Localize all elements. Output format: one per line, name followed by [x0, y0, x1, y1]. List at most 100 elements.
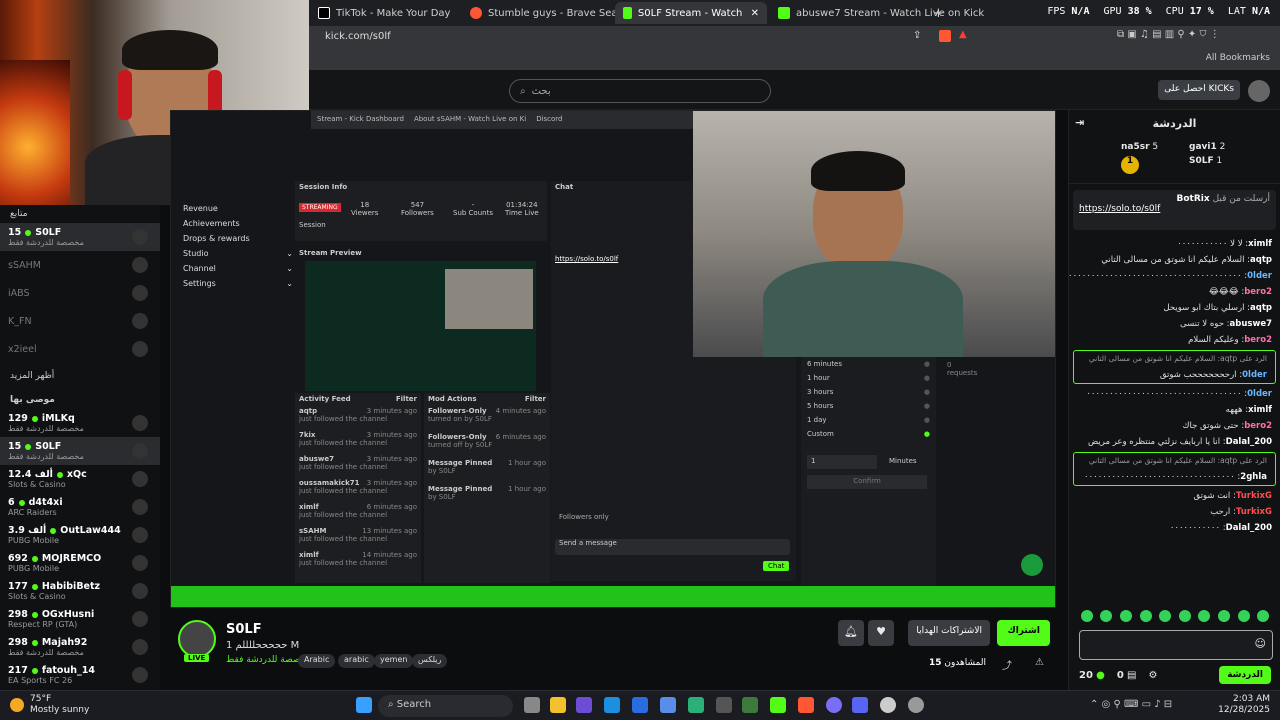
app-icon[interactable] — [688, 697, 704, 713]
video-player[interactable]: Stream - Kick Dashboard About sSAHM - Wa… — [170, 110, 1056, 608]
reply-message[interactable]: الرد على aqtp: السلام عليكم انا شوتق من … — [1073, 452, 1276, 486]
emote-icon[interactable] — [1237, 610, 1250, 622]
extensions-icon[interactable]: ⧉ ▣ ♫ ▤ ▥ ⚲ ✦ ⛉ ⋮ — [1117, 29, 1220, 40]
sidebar-item-iabs[interactable]: iABS — [0, 279, 160, 307]
kick-icon[interactable] — [770, 697, 786, 713]
clock[interactable]: 2:03 AM 12/28/2025 — [1218, 694, 1270, 716]
chat-message[interactable]: TurkixG: انت شوتق — [1069, 488, 1280, 504]
search-input[interactable]: ⌕ بحث — [509, 79, 771, 103]
gift-subs-button[interactable]: الاشتراكات الهدايا — [908, 620, 990, 646]
chat-message[interactable]: bero2: حتى شوتق جاك — [1069, 418, 1280, 434]
chat-username[interactable]: 0lder — [1242, 370, 1267, 380]
chat-message[interactable]: ximlf: هههه — [1069, 402, 1280, 418]
chat-send-button[interactable]: الدردشة — [1219, 666, 1271, 684]
chat-message[interactable]: ximlf: لا لا ٠٠٠٠٠٠٠٠٠٠٠ — [1069, 236, 1280, 252]
tag[interactable]: ريلكس — [412, 654, 448, 668]
emote-icon[interactable] — [1100, 610, 1113, 622]
brave-shield-icon[interactable] — [939, 30, 951, 42]
brave-rewards-icon[interactable]: ▲ — [959, 29, 967, 40]
sidebar-item-fatouh_14[interactable]: 217 fatouh_14 EA Sports FC 26 — [0, 661, 160, 689]
new-tab-button[interactable]: + — [925, 2, 952, 24]
collapse-chat-icon[interactable]: ⇥ — [1075, 116, 1084, 129]
chat-message[interactable]: 0lder: ٠٠٠٠٠٠٠٠٠٠٠٠٠٠٠٠٠٠٠٠٠٠٠٠٠٠٠٠٠٠٠٠٠… — [1069, 268, 1280, 284]
chat-username[interactable]: bero2 — [1244, 287, 1272, 297]
emote-icon[interactable] — [1119, 610, 1132, 622]
points-balance[interactable]: 0 ▤ — [1117, 670, 1137, 681]
windows-start-icon[interactable] — [356, 697, 372, 713]
chat-message[interactable]: bero2: وعليكم السلام — [1069, 332, 1280, 348]
all-bookmarks[interactable]: All Bookmarks — [1206, 53, 1270, 63]
sidebar-item-mojremco[interactable]: 692 MOJREMCO PUBG Mobile — [0, 549, 160, 577]
streamer-avatar[interactable] — [178, 620, 216, 658]
chat-username[interactable]: Dalal_200 — [1226, 523, 1272, 533]
tag[interactable]: arabic — [338, 654, 375, 668]
chat-username[interactable]: 0lder — [1247, 389, 1272, 399]
edge-icon[interactable] — [604, 697, 620, 713]
notifications-bell-icon[interactable]: 🔔︎ — [838, 620, 864, 646]
report-icon[interactable]: ⚠ — [1035, 657, 1044, 668]
chat-username[interactable]: bero2 — [1244, 335, 1272, 345]
emote-icon[interactable] — [1080, 610, 1093, 622]
mail-icon[interactable] — [660, 697, 676, 713]
chat-message[interactable]: aqtp: السلام عليكم انا شوتق من مسالى الت… — [1069, 252, 1280, 268]
emote-icon[interactable] — [1198, 610, 1211, 622]
pinned-link[interactable]: https://solo.to/s0lf — [1079, 204, 1270, 214]
reply-message[interactable]: الرد على aqtp: السلام عليكم انا شوتق من … — [1073, 350, 1276, 384]
chat-username[interactable]: ximlf — [1248, 405, 1272, 415]
chat-username[interactable]: bero2 — [1244, 421, 1272, 431]
sidebar-item-outlaw444[interactable]: 3.9 ألف OutLaw444 PUBG Mobile — [0, 521, 160, 549]
store-icon[interactable] — [632, 697, 648, 713]
sidebar-item-ssahm[interactable]: sSAHM — [0, 251, 160, 279]
emote-icon[interactable] — [1217, 610, 1230, 622]
chat-input[interactable]: ☺ — [1079, 630, 1273, 660]
chat-username[interactable]: ximlf — [1248, 239, 1272, 249]
chat-message[interactable]: abuswe7: حوه لا تنسى — [1069, 316, 1280, 332]
show-more-link[interactable]: أظهر المزيد — [0, 363, 160, 385]
tab-abuswe7-stream[interactable]: abuswe7 Stream - Watch Live on Kick — [770, 2, 992, 24]
tab-s0lf-stream[interactable]: S0LF Stream - Watch Live on ✕ — [615, 2, 767, 24]
sidebar-item-habibibetz[interactable]: 177 HabibiBetz Slots & Casino — [0, 577, 160, 605]
obs-icon[interactable] — [826, 697, 842, 713]
minecraft-icon[interactable] — [742, 697, 758, 713]
emote-icon[interactable] — [1178, 610, 1191, 622]
file-explorer-icon[interactable] — [550, 697, 566, 713]
system-tray-icons[interactable]: ⌃ ◎ ⚲ ⌨ ▭ ♪ ⊟ — [1090, 699, 1172, 710]
get-kicks-button[interactable]: احصل على KICKs — [1158, 80, 1240, 100]
emoji-icon[interactable]: ☺ — [1255, 637, 1266, 650]
tab-tiktok[interactable]: TikTok - Make Your Day — [310, 2, 458, 24]
sidebar-item-xqc[interactable]: 12.4 ألف xQc Slots & Casino — [0, 465, 160, 493]
share-icon[interactable]: ⤴ — [1002, 657, 1012, 672]
chat-username[interactable]: 0lder — [1247, 271, 1272, 281]
chat-username[interactable]: TurkixG — [1236, 491, 1272, 501]
sidebar-item-ogxhusni[interactable]: 298 OGxHusni Respect RP (GTA) — [0, 605, 160, 633]
chat-message[interactable]: aqtp: ارسلي بتاك ابو سويحل — [1069, 300, 1280, 316]
chat-username[interactable]: aqtp — [1250, 303, 1272, 313]
taskbar-search[interactable]: ⌕ Search — [378, 695, 513, 717]
sidebar-item-d4t4xi[interactable]: 6 d4t4xi ARC Raiders — [0, 493, 160, 521]
sidebar-item-imlkq[interactable]: 129 iMLKq مخصصة للدردشة فقط — [0, 409, 160, 437]
chat-username[interactable]: Dalal_200 — [1226, 437, 1272, 447]
tag[interactable]: Arabic — [298, 654, 336, 668]
streamer-name[interactable]: S0LF — [226, 622, 262, 637]
app-icon[interactable] — [716, 697, 732, 713]
share-icon[interactable]: ⇪ — [913, 30, 921, 41]
chat-message[interactable]: bero2: 😂😂😂 — [1069, 284, 1280, 300]
tag[interactable]: yemen — [374, 654, 414, 668]
emote-icon[interactable] — [1257, 610, 1270, 622]
copilot-icon[interactable] — [576, 697, 592, 713]
url-input[interactable]: kick.com/s0lf — [317, 28, 972, 46]
sidebar-item-s0lf[interactable]: 15 S0LF مخصصة للدردشة فقط — [0, 223, 160, 251]
task-view-icon[interactable] — [524, 697, 540, 713]
emote-icon[interactable] — [1139, 610, 1152, 622]
brave-icon[interactable] — [798, 697, 814, 713]
sidebar-item-s0lf[interactable]: 15 S0LF مخصصة للدردشة فقط — [0, 437, 160, 465]
settings-icon[interactable]: ⚙ — [1148, 670, 1157, 681]
follow-heart-icon[interactable]: ♥ — [868, 620, 894, 646]
sidebar-item-majah92[interactable]: 298 Majah92 مخصصة للدردشة فقط — [0, 633, 160, 661]
close-icon[interactable]: ✕ — [751, 8, 759, 19]
weather-widget[interactable]: 75°F Mostly sunny — [10, 694, 89, 716]
discord-icon[interactable] — [852, 697, 868, 713]
chat-username[interactable]: TurkixG — [1236, 507, 1272, 517]
chat-message[interactable]: Dalal_200: ٠٠٠٠٠٠٠٠٠٠٠ — [1069, 520, 1280, 536]
chat-username[interactable]: abuswe7 — [1230, 319, 1272, 329]
